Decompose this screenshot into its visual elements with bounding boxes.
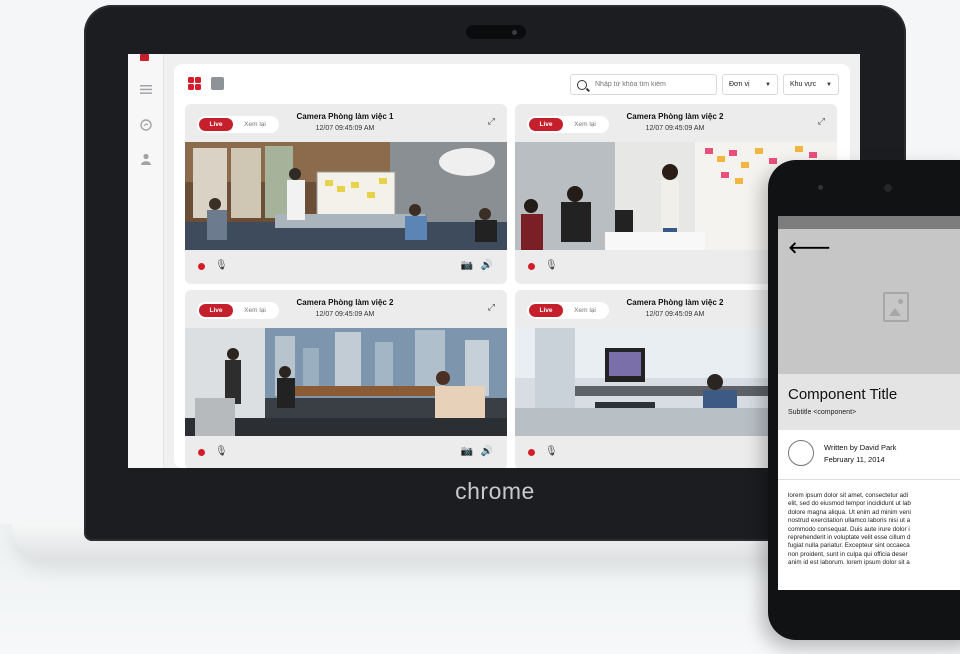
user-icon[interactable] <box>138 151 154 167</box>
camera-timestamp: 12/07 09:45:09 AM <box>315 311 375 318</box>
microphone-icon[interactable]: 🎙 <box>545 446 558 457</box>
phone-screen: 🡐 Component Title Subtitle <component> W… <box>778 216 960 590</box>
camera-timestamp: 12/07 09:45:09 AM <box>645 311 705 318</box>
body-line: nostrud exercitation ullamco laboris nis… <box>788 517 911 525</box>
component-header: Component Title Subtitle <component> <box>778 374 960 430</box>
expand-icon[interactable]: ⤢ <box>488 302 495 313</box>
body-line: lorem ipsum dolor sit amet, consectetur … <box>788 492 909 499</box>
live-replay-toggle[interactable]: Live Xem lại <box>527 116 609 133</box>
author-row: Written by David Park February 11, 2014 <box>778 430 960 480</box>
live-tab[interactable]: Live <box>199 118 233 131</box>
search-input[interactable] <box>595 81 705 88</box>
component-subtitle: Subtitle <component> <box>788 409 857 416</box>
expand-icon[interactable]: ⤢ <box>488 116 495 127</box>
camera-title: Camera Phòng làm việc 1 <box>296 112 394 121</box>
single-view-icon[interactable] <box>211 77 224 90</box>
camera-card-header: Live Xem lại Camera Phòng làm việc 2 12/… <box>515 104 837 142</box>
camera-title: Camera Phòng làm việc 2 <box>626 298 724 307</box>
search-box[interactable] <box>570 74 717 95</box>
camera-title: Camera Phòng làm việc 2 <box>296 298 394 307</box>
sidebar <box>128 54 164 468</box>
camera-feed[interactable] <box>185 142 507 250</box>
laptop-webcam <box>466 25 526 39</box>
hero-image: 🡐 <box>778 229 960 374</box>
replay-tab[interactable]: Xem lại <box>563 121 607 128</box>
volume-icon[interactable]: 🔊 <box>481 446 493 457</box>
back-arrow-icon[interactable]: 🡐 <box>788 237 831 258</box>
author-name: Written by David Park <box>824 443 897 452</box>
camera-card[interactable]: Live Xem lại Camera Phòng làm việc 1 12/… <box>185 104 507 284</box>
menu-icon[interactable] <box>138 81 154 97</box>
microphone-icon[interactable]: 🎙 <box>545 260 558 271</box>
body-line: elit, sed do eiusmod tempor incididunt u… <box>788 500 911 508</box>
record-icon[interactable] <box>198 263 205 270</box>
chevron-down-icon: ▼ <box>826 81 832 88</box>
webcam-lens <box>512 30 517 35</box>
microphone-icon[interactable]: 🎙 <box>215 260 228 271</box>
camera-snapshot-icon[interactable]: 📷 <box>461 260 473 271</box>
record-icon[interactable] <box>528 449 535 456</box>
expand-icon[interactable]: ⤢ <box>818 116 825 127</box>
camera-card[interactable]: Live Xem lại Camera Phòng làm việc 2 12/… <box>185 290 507 468</box>
body-line: non proident, sunt in culpa qui officia … <box>788 550 908 558</box>
camera-snapshot-icon[interactable]: 📷 <box>461 446 473 457</box>
camera-card-header: Live Xem lại Camera Phòng làm việc 2 12/… <box>185 290 507 328</box>
grid-view-icon[interactable] <box>188 77 201 90</box>
body-line: dolore magna aliqua. Ut enim ad minim ve… <box>788 508 911 516</box>
live-replay-toggle[interactable]: Live Xem lại <box>197 116 279 133</box>
area-select[interactable]: Khu vực ▼ <box>783 74 839 95</box>
body-line: commodo consequat. Duis aute irure dolor… <box>788 525 910 533</box>
main-panel: Đơn vị ▼ Khu vực ▼ Live Xem lại Camera P… <box>174 64 850 468</box>
replay-tab[interactable]: Xem lại <box>233 121 277 128</box>
search-icon <box>577 79 587 90</box>
camera-title: Camera Phòng làm việc 2 <box>626 112 724 121</box>
avatar[interactable] <box>788 440 814 466</box>
record-icon[interactable] <box>528 263 535 270</box>
body-text: lorem ipsum dolor sit amet, consectetur … <box>788 492 960 568</box>
dashboard-icon[interactable] <box>138 117 154 133</box>
phone-status-bar <box>778 216 960 229</box>
volume-icon[interactable]: 🔊 <box>481 260 493 271</box>
microphone-icon[interactable]: 🎙 <box>215 446 228 457</box>
unit-select-value: Đơn vị <box>729 81 750 88</box>
image-placeholder-icon <box>883 292 909 322</box>
live-replay-toggle[interactable]: Live Xem lại <box>527 302 609 319</box>
chevron-down-icon: ▼ <box>765 81 771 88</box>
camera-timestamp: 12/07 09:45:09 AM <box>645 125 705 132</box>
area-select-value: Khu vực <box>790 81 817 88</box>
component-title: Component Title <box>788 386 898 403</box>
live-tab[interactable]: Live <box>529 304 563 317</box>
body-line: fugiat nulla pariatur. Excepteur sint oc… <box>788 542 910 550</box>
phone-sensor <box>818 185 823 190</box>
post-date: February 11, 2014 <box>824 455 885 464</box>
record-icon[interactable] <box>198 449 205 456</box>
camera-feed[interactable] <box>185 328 507 436</box>
replay-tab[interactable]: Xem lại <box>233 307 277 314</box>
phone-device: 🡐 Component Title Subtitle <component> W… <box>768 160 960 640</box>
laptop-screen: Đơn vị ▼ Khu vực ▼ Live Xem lại Camera P… <box>128 54 860 468</box>
camera-card-header: Live Xem lại Camera Phòng làm việc 1 12/… <box>185 104 507 142</box>
live-replay-toggle[interactable]: Live Xem lại <box>197 302 279 319</box>
body-line: anim id est laborum. lorem ipsum dolor s… <box>788 559 910 567</box>
camera-card-footer: 🎙 📷 🔊 <box>185 250 507 284</box>
app-logo <box>140 54 149 61</box>
camera-timestamp: 12/07 09:45:09 AM <box>315 125 375 132</box>
live-tab[interactable]: Live <box>529 118 563 131</box>
body-line: reprehenderit in voluptate velit esse ci… <box>788 534 911 542</box>
unit-select[interactable]: Đơn vị ▼ <box>722 74 778 95</box>
live-tab[interactable]: Live <box>199 304 233 317</box>
replay-tab[interactable]: Xem lại <box>563 307 607 314</box>
phone-front-camera <box>884 184 892 192</box>
camera-card-footer: 🎙 📷 🔊 <box>185 436 507 468</box>
